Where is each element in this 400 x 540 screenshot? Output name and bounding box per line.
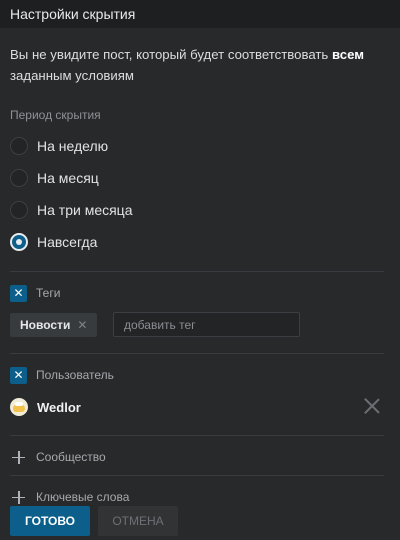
cancel-button[interactable]: ОТМЕНА bbox=[98, 506, 178, 536]
dialog-description: Вы не увидите пост, который будет соотве… bbox=[10, 44, 385, 86]
hide-settings-dialog: Настройки скрытия Вы не увидите пост, ко… bbox=[0, 0, 400, 540]
dialog-title: Настройки скрытия bbox=[10, 6, 136, 22]
description-text: Вы не увидите пост, который будет соотве… bbox=[10, 47, 329, 62]
divider bbox=[10, 271, 384, 272]
period-option-label: На три месяца bbox=[37, 202, 133, 218]
radio-month[interactable] bbox=[10, 169, 28, 187]
tags-toggle[interactable]: ✕ Теги bbox=[10, 284, 60, 302]
tags-label: Теги bbox=[36, 286, 61, 300]
period-option-forever[interactable]: Навсегда bbox=[10, 231, 97, 253]
community-label: Сообщество bbox=[36, 450, 106, 464]
description-text-end: заданным условиям bbox=[10, 68, 134, 83]
user-label: Пользователь bbox=[36, 368, 114, 382]
user-entry: Wedlor bbox=[10, 397, 384, 417]
community-add[interactable]: Сообщество bbox=[10, 448, 106, 466]
user-name: Wedlor bbox=[37, 399, 81, 415]
x-mark-icon[interactable]: ✕ bbox=[10, 284, 27, 302]
avatar bbox=[10, 398, 28, 416]
description-bold: всем bbox=[331, 47, 365, 62]
period-label: Период скрытия bbox=[10, 108, 101, 122]
period-option-label: На месяц bbox=[37, 170, 99, 186]
tag-chip-label: Новости bbox=[20, 318, 71, 332]
plus-icon[interactable] bbox=[10, 449, 27, 466]
user-toggle[interactable]: ✕ Пользователь bbox=[10, 366, 114, 384]
divider bbox=[10, 353, 384, 354]
plus-icon[interactable] bbox=[10, 489, 27, 506]
radio-forever-selected[interactable] bbox=[10, 233, 28, 251]
period-option-month[interactable]: На месяц bbox=[10, 167, 99, 189]
add-tag-input[interactable] bbox=[113, 312, 300, 337]
dialog-header: Настройки скрытия bbox=[0, 0, 400, 28]
done-button[interactable]: ГОТОВО bbox=[10, 506, 90, 536]
period-option-label: На неделю bbox=[37, 138, 109, 154]
divider bbox=[10, 435, 384, 436]
keywords-label: Ключевые слова bbox=[36, 490, 130, 504]
radio-week[interactable] bbox=[10, 137, 28, 155]
divider bbox=[10, 475, 384, 476]
period-option-week[interactable]: На неделю bbox=[10, 135, 108, 157]
radio-three-months[interactable] bbox=[10, 201, 28, 219]
close-icon[interactable]: ✕ bbox=[77, 318, 87, 332]
period-option-label: Навсегда bbox=[37, 234, 98, 250]
x-mark-icon[interactable]: ✕ bbox=[10, 366, 27, 384]
close-icon[interactable] bbox=[364, 398, 380, 414]
period-option-three-months[interactable]: На три месяца bbox=[10, 199, 133, 221]
tag-chip: Новости ✕ bbox=[10, 313, 98, 337]
keywords-add[interactable]: Ключевые слова bbox=[10, 488, 129, 506]
